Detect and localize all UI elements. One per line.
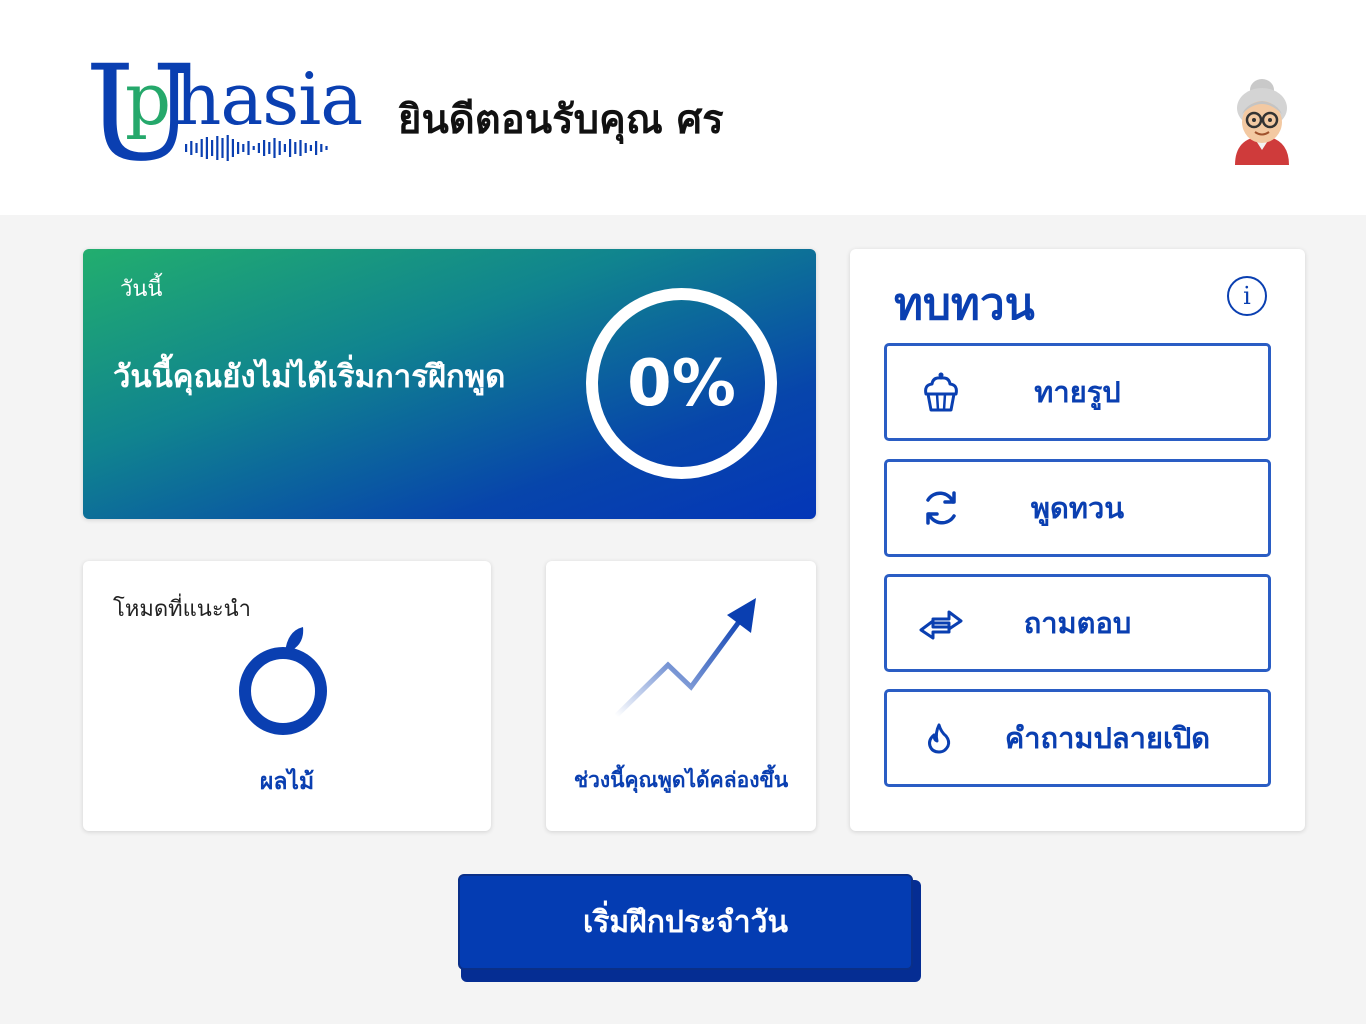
review-item-label: พูดทวน: [1030, 491, 1125, 525]
recommended-mode-card[interactable]: โหมดที่แนะนำ ผลไม้: [83, 561, 491, 831]
fruit-icon: [239, 627, 327, 735]
grandmother-avatar-icon[interactable]: [1225, 70, 1300, 165]
sound-wave-bar: [185, 144, 188, 152]
sound-wave-bar: [320, 144, 323, 152]
sound-wave-bar: [190, 141, 193, 155]
cupcake-icon: [924, 372, 958, 412]
sound-wave-bar: [268, 142, 271, 154]
review-title: ทบทวน: [894, 279, 1035, 330]
sound-wave-icon: [185, 135, 328, 161]
sound-wave-bar: [257, 143, 260, 153]
review-picture-guess-button[interactable]: ทายรูป: [884, 343, 1271, 441]
review-item-label: คำถามปลายเปิด: [1004, 721, 1211, 755]
flame-icon: [928, 723, 951, 754]
logo-text: hasia: [175, 57, 363, 141]
recommended-mode-name: ผลไม้: [259, 769, 315, 795]
welcome-message: ยินดีตอนรับคุณ ศร: [398, 97, 724, 143]
today-label: วันนี้: [120, 277, 163, 302]
sound-wave-bar: [252, 146, 255, 150]
sound-wave-bar: [237, 142, 240, 154]
swap-arrows-icon: [919, 610, 963, 640]
uphasia-logo: U p hasia: [85, 48, 363, 180]
sound-wave-bar: [283, 144, 286, 152]
start-button-label: เริ่มฝึกประจำวัน: [583, 904, 788, 940]
refresh-icon: [926, 491, 956, 525]
sound-wave-bar: [221, 138, 224, 158]
today-message: วันนี้คุณยังไม่ได้เริ่มการฝึกพูด: [113, 359, 506, 395]
sound-wave-bar: [299, 140, 302, 156]
sound-wave-bar: [294, 142, 297, 154]
sound-wave-bar: [309, 145, 312, 151]
trend-message: ช่วงนี้คุณพูดได้คล่องขึ้น: [573, 768, 789, 792]
header: U p hasia ยินดีตอนรับคุณ ศร: [0, 0, 1366, 215]
sound-wave-bar: [205, 137, 208, 159]
review-open-question-button[interactable]: คำถามปลายเปิด: [884, 689, 1271, 787]
review-item-label: ถามตอบ: [1023, 606, 1132, 640]
recommended-mode-label: โหมดที่แนะนำ: [113, 597, 252, 622]
sound-wave-bar: [278, 141, 281, 155]
review-panel: ทบทวน i ทายรูป พูดทวน ถามตอบ คำถามปลายเป…: [850, 249, 1305, 831]
trend-card: ช่วงนี้คุณพูดได้คล่องขึ้น: [546, 561, 816, 831]
sound-wave-bar: [242, 144, 245, 152]
info-icon[interactable]: i: [1227, 276, 1267, 316]
review-qa-button[interactable]: ถามตอบ: [884, 574, 1271, 672]
sound-wave-bar: [200, 139, 203, 157]
sound-wave-bar: [216, 136, 219, 160]
sound-wave-bar: [247, 141, 250, 155]
progress-ring: 0%: [586, 288, 777, 479]
sound-wave-bar: [231, 139, 234, 157]
sound-wave-bar: [289, 139, 292, 157]
logo-letter-p: p: [125, 57, 172, 141]
sound-wave-bar: [263, 140, 266, 156]
sound-wave-bar: [273, 138, 276, 158]
trend-up-arrow-icon: [614, 598, 756, 718]
today-progress-card: วันนี้ วันนี้คุณยังไม่ได้เริ่มการฝึกพูด …: [83, 249, 816, 519]
sound-wave-bar: [195, 143, 198, 153]
sound-wave-bar: [304, 143, 307, 153]
sound-wave-bar: [211, 140, 214, 156]
review-item-label: ทายรูป: [1034, 375, 1121, 409]
sound-wave-bar: [315, 141, 318, 155]
review-repeat-button[interactable]: พูดทวน: [884, 459, 1271, 557]
progress-percent: 0%: [627, 346, 736, 421]
sound-wave-bar: [226, 135, 229, 161]
start-daily-practice-button[interactable]: เริ่มฝึกประจำวัน: [458, 874, 913, 970]
sound-wave-bar: [325, 146, 328, 150]
